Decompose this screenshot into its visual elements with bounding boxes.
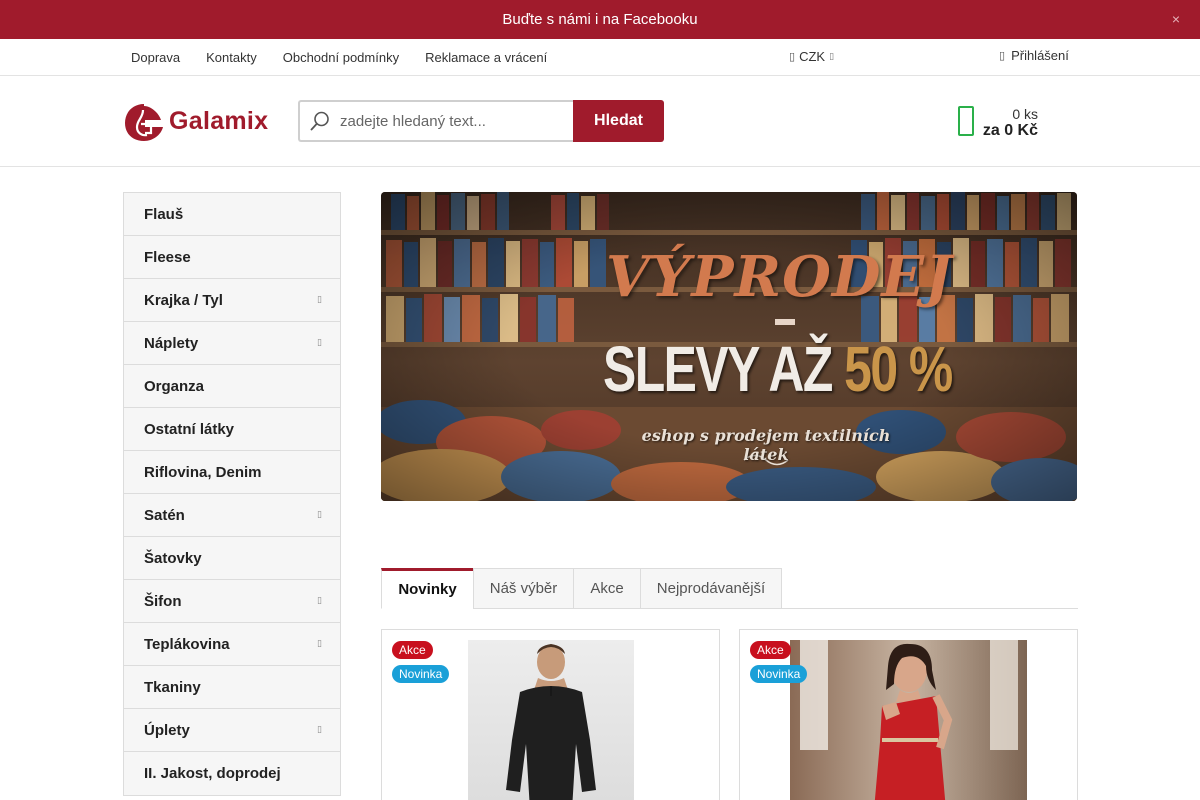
sidebar-item-label: Flauš <box>144 205 184 223</box>
top-link-obchodni-podminky[interactable]: Obchodní podmínky <box>270 50 412 65</box>
sidebar-item-teplakovina[interactable]: Teplákovina ▯ <box>124 623 340 666</box>
logo[interactable]: Galamix <box>123 100 268 142</box>
close-icon[interactable]: × <box>1172 11 1180 27</box>
sidebar-item-ii-jakost[interactable]: II. Jakost, doprodej <box>124 752 340 795</box>
sidebar-item-flaus[interactable]: Flauš <box>124 193 340 236</box>
currency-selector[interactable]: ▯ CZK ▯ <box>789 49 834 64</box>
product-card[interactable]: Akce Novinka <box>381 629 720 800</box>
currency-icon: ▯ <box>789 51 796 63</box>
promo-bar[interactable]: Buďte s námi i na Facebooku × <box>0 0 1200 39</box>
sidebar-item-label: Krajka / Tyl <box>144 291 223 309</box>
sidebar-item-label: Ostatní látky <box>144 420 235 438</box>
login-label: Přihlášení <box>1011 48 1069 63</box>
cart-icon <box>958 106 974 136</box>
badge-novinka: Novinka <box>392 665 450 683</box>
banner-text-overlay: VÝPRODEJ SLEVY AŽ 50 % eshop s prodejem … <box>381 192 1077 501</box>
product-tabs: Novinky Náš výběr Akce Nejprodávanější <box>381 567 1078 609</box>
sale-banner[interactable]: VÝPRODEJ SLEVY AŽ 50 % eshop s prodejem … <box>381 192 1077 501</box>
top-link-reklamace[interactable]: Reklamace a vrácení <box>412 50 560 65</box>
logo-text: Galamix <box>169 106 269 135</box>
search-box <box>298 100 574 142</box>
sidebar-item-label: II. Jakost, doprodej <box>144 765 281 782</box>
sidebar-item-label: Riflovina, Denim <box>144 463 262 481</box>
tab-label: Akce <box>590 580 624 597</box>
sidebar-item-label: Šatovky <box>144 549 202 567</box>
sidebar-item-label: Šifon <box>144 592 182 610</box>
tab-novinky[interactable]: Novinky <box>381 568 474 609</box>
cart-quantity: 0 ks <box>1012 106 1038 122</box>
tab-label: Náš výběr <box>489 580 558 597</box>
sidebar-item-label: Fleese <box>144 248 191 266</box>
top-links-bar: Doprava Kontakty Obchodní podmínky Rekla… <box>0 39 1200 76</box>
top-nav: Doprava Kontakty Obchodní podmínky Rekla… <box>118 39 560 75</box>
search-icon <box>300 102 340 140</box>
sidebar-item-saten[interactable]: Satén ▯ <box>124 494 340 537</box>
sidebar-item-riflovina[interactable]: Riflovina, Denim <box>124 451 340 494</box>
product-card[interactable]: Akce Novinka <box>739 629 1078 800</box>
sidebar-item-label: Teplákovina <box>144 635 230 653</box>
banner-subtitle: eshop s prodejem textilních látek <box>641 426 891 464</box>
tab-akce[interactable]: Akce <box>573 568 641 609</box>
tab-label: Novinky <box>398 581 457 598</box>
promo-text[interactable]: Buďte s námi i na Facebooku <box>502 11 697 28</box>
sidebar-item-uplety[interactable]: Úplety ▯ <box>124 709 340 752</box>
product-photo-red-dress <box>790 640 1027 800</box>
banner-title: VÝPRODEJ <box>606 244 953 310</box>
product-photo-thermal-underwear <box>468 640 634 800</box>
expand-icon[interactable]: ▯ <box>317 509 322 520</box>
login-link[interactable]: ▯ Přihlášení <box>999 48 1069 63</box>
banner-discount: SLEVY AŽ 50 % <box>603 332 953 406</box>
expand-icon[interactable]: ▯ <box>317 337 322 348</box>
sidebar-item-label: Satén <box>144 506 185 524</box>
sidebar-item-tkaniny[interactable]: Tkaniny <box>124 666 340 709</box>
cart[interactable]: 0 ks za 0 Kč <box>955 104 1045 144</box>
banner-divider <box>775 319 795 325</box>
sidebar-item-organza[interactable]: Organza <box>124 365 340 408</box>
header: Galamix Hledat 0 ks za 0 Kč <box>0 76 1200 167</box>
search-button[interactable]: Hledat <box>573 100 664 142</box>
tab-label: Nejprodávanější <box>656 580 766 597</box>
chevron-down-icon: ▯ <box>829 51 835 61</box>
sidebar-item-label: Úplety <box>144 721 190 739</box>
category-sidebar: Flauš Fleese Krajka / Tyl ▯ Náplety ▯ Orga… <box>123 192 341 796</box>
badge-akce: Akce <box>750 641 791 659</box>
top-link-doprava[interactable]: Doprava <box>118 50 193 65</box>
top-link-kontakty[interactable]: Kontakty <box>193 50 270 65</box>
expand-icon[interactable]: ▯ <box>317 294 322 305</box>
expand-icon[interactable]: ▯ <box>317 638 322 649</box>
badge-novinka: Novinka <box>750 665 808 683</box>
expand-icon[interactable]: ▯ <box>317 595 322 606</box>
search-input[interactable] <box>340 103 565 139</box>
sidebar-item-ostatni-latky[interactable]: Ostatní látky <box>124 408 340 451</box>
sidebar-item-krajka-tyl[interactable]: Krajka / Tyl ▯ <box>124 279 340 322</box>
banner-slevy: SLEVY AŽ <box>603 333 833 405</box>
expand-icon[interactable]: ▯ <box>317 724 322 735</box>
sidebar-item-label: Organza <box>144 377 205 395</box>
badge-akce: Akce <box>392 641 433 659</box>
sidebar-item-label: Tkaniny <box>144 678 201 696</box>
logo-icon <box>125 104 163 141</box>
banner-percent: 50 % <box>844 333 953 405</box>
currency-label: CZK <box>799 49 826 64</box>
tab-nas-vyber[interactable]: Náš výběr <box>473 568 574 609</box>
sidebar-item-satovky[interactable]: Šatovky <box>124 537 340 580</box>
product-image[interactable] <box>468 640 634 800</box>
sidebar-item-label: Náplety <box>144 334 199 352</box>
cart-price: za 0 Kč <box>982 122 1038 139</box>
sidebar-item-sifon[interactable]: Šifon ▯ <box>124 580 340 623</box>
user-icon: ▯ <box>999 50 1006 62</box>
product-image[interactable] <box>790 640 1027 800</box>
sidebar-item-fleese[interactable]: Fleese <box>124 236 340 279</box>
tab-nejprodavanejsi[interactable]: Nejprodávanější <box>640 568 782 609</box>
sidebar-item-naplety[interactable]: Náplety ▯ <box>124 322 340 365</box>
